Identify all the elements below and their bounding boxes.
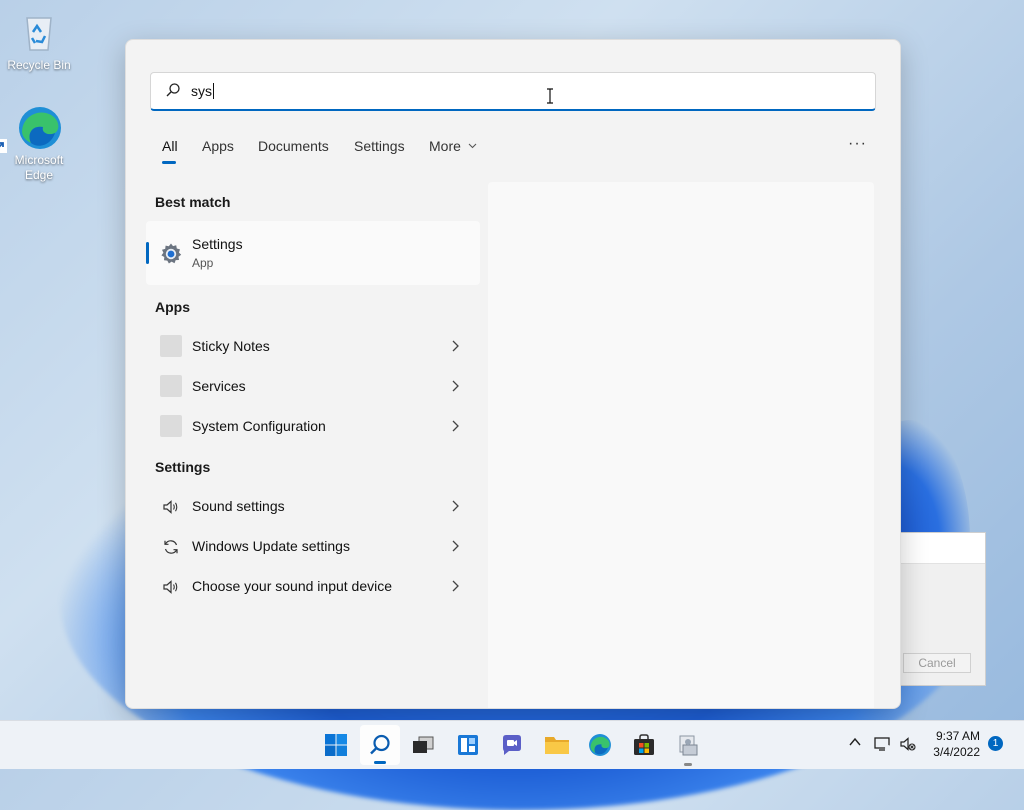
edge-icon xyxy=(0,105,61,153)
chat-icon xyxy=(503,735,521,755)
search-query: sys xyxy=(191,83,214,99)
network-icon[interactable] xyxy=(874,736,892,752)
clock-date: 3/4/2022 xyxy=(933,745,980,759)
desktop-icon-label: Recycle Bin xyxy=(7,58,71,72)
search-input[interactable]: sys xyxy=(150,72,876,111)
active-indicator xyxy=(374,761,386,764)
list-item-windows-update-settings[interactable]: Windows Update settings xyxy=(146,527,480,567)
chevron-down-icon xyxy=(468,143,477,149)
chat-button[interactable] xyxy=(492,725,532,765)
tab-settings[interactable]: Settings xyxy=(354,138,405,154)
selection-indicator xyxy=(146,242,149,264)
list-item-sticky-notes[interactable]: Sticky Notes xyxy=(146,327,480,367)
folder-icon xyxy=(545,737,569,754)
file-explorer-button[interactable] xyxy=(536,725,576,765)
chevron-up-icon[interactable] xyxy=(848,735,862,749)
tab-apps[interactable]: Apps xyxy=(202,138,234,154)
tab-more-label: More xyxy=(429,138,461,154)
desktop-icon-label: Microsoft Edge xyxy=(14,153,64,182)
best-match-heading: Best match xyxy=(155,194,231,210)
apps-heading: Apps xyxy=(155,299,190,315)
running-indicator xyxy=(684,763,692,766)
installer-icon xyxy=(679,735,698,756)
store-button[interactable] xyxy=(624,725,664,765)
app-icon-placeholder xyxy=(160,375,182,397)
edge-taskbar-button[interactable] xyxy=(580,725,620,765)
desktop-icon-edge[interactable]: Microsoft Edge xyxy=(0,105,75,183)
store-icon xyxy=(634,734,654,755)
settings-heading: Settings xyxy=(155,459,211,475)
cancel-button[interactable]: Cancel xyxy=(903,653,971,673)
dialog-header xyxy=(899,533,985,564)
background-dialog: Cancel xyxy=(898,532,986,686)
active-tab-indicator xyxy=(162,161,176,164)
ellipsis-icon[interactable]: ··· xyxy=(848,135,867,153)
task-view-button[interactable] xyxy=(403,725,443,765)
taskbar: 9:37 AM 3/4/2022 xyxy=(0,720,1024,769)
best-match-type: App xyxy=(192,256,214,270)
edge-icon xyxy=(589,734,611,756)
volume-muted-icon[interactable] xyxy=(900,736,916,752)
list-item-services[interactable]: Services xyxy=(146,367,480,407)
preview-pane xyxy=(488,182,874,708)
speaker-icon xyxy=(163,500,178,514)
app-icon-placeholder xyxy=(160,415,182,437)
tab-more[interactable]: More xyxy=(429,138,477,154)
running-app-button[interactable] xyxy=(668,725,708,766)
notification-badge[interactable]: 1 xyxy=(988,736,1003,751)
windows-logo-icon xyxy=(325,734,347,756)
chevron-right-icon[interactable] xyxy=(450,378,460,394)
app-icon-placeholder xyxy=(160,335,182,357)
list-item-label: Services xyxy=(192,378,246,394)
list-item-label: System Configuration xyxy=(192,418,326,434)
search-taskbar-button[interactable] xyxy=(360,725,400,765)
search-panel: sys All Apps Documents Settings More ···… xyxy=(125,39,901,709)
list-item-label: Windows Update settings xyxy=(192,538,350,554)
desktop-icon-recycle-bin[interactable]: Recycle Bin xyxy=(3,10,75,73)
recycle-bin-icon xyxy=(17,10,61,54)
widgets-icon xyxy=(458,735,478,755)
chevron-right-icon[interactable] xyxy=(450,338,460,354)
list-item-system-configuration[interactable]: System Configuration xyxy=(146,407,480,447)
start-button[interactable] xyxy=(316,725,356,765)
list-item-sound-settings[interactable]: Sound settings xyxy=(146,487,480,527)
tab-all[interactable]: All xyxy=(162,138,178,154)
tab-documents[interactable]: Documents xyxy=(258,138,329,154)
list-item-label: Sound settings xyxy=(192,498,285,514)
clock[interactable]: 9:37 AM 3/4/2022 xyxy=(933,728,980,760)
search-icon xyxy=(370,734,390,755)
search-icon xyxy=(166,83,180,97)
best-match-result[interactable]: Settings App xyxy=(146,221,480,285)
text-caret xyxy=(213,83,214,99)
list-item-label: Choose your sound input device xyxy=(192,578,393,594)
list-item-label: Sticky Notes xyxy=(192,338,270,354)
list-item-sound-input-device[interactable]: Choose your sound input device xyxy=(146,567,480,607)
speaker-icon xyxy=(163,580,178,594)
chevron-right-icon[interactable] xyxy=(450,418,460,434)
ibeam-cursor-icon xyxy=(547,88,553,104)
widgets-button[interactable] xyxy=(448,725,488,765)
task-view-icon xyxy=(413,736,434,753)
refresh-icon xyxy=(164,540,178,554)
chevron-right-icon[interactable] xyxy=(450,498,460,514)
clock-time: 9:37 AM xyxy=(935,729,980,743)
gear-icon xyxy=(161,243,182,264)
chevron-right-icon[interactable] xyxy=(450,538,460,554)
chevron-right-icon[interactable] xyxy=(450,578,460,594)
best-match-name: Settings xyxy=(192,236,243,252)
